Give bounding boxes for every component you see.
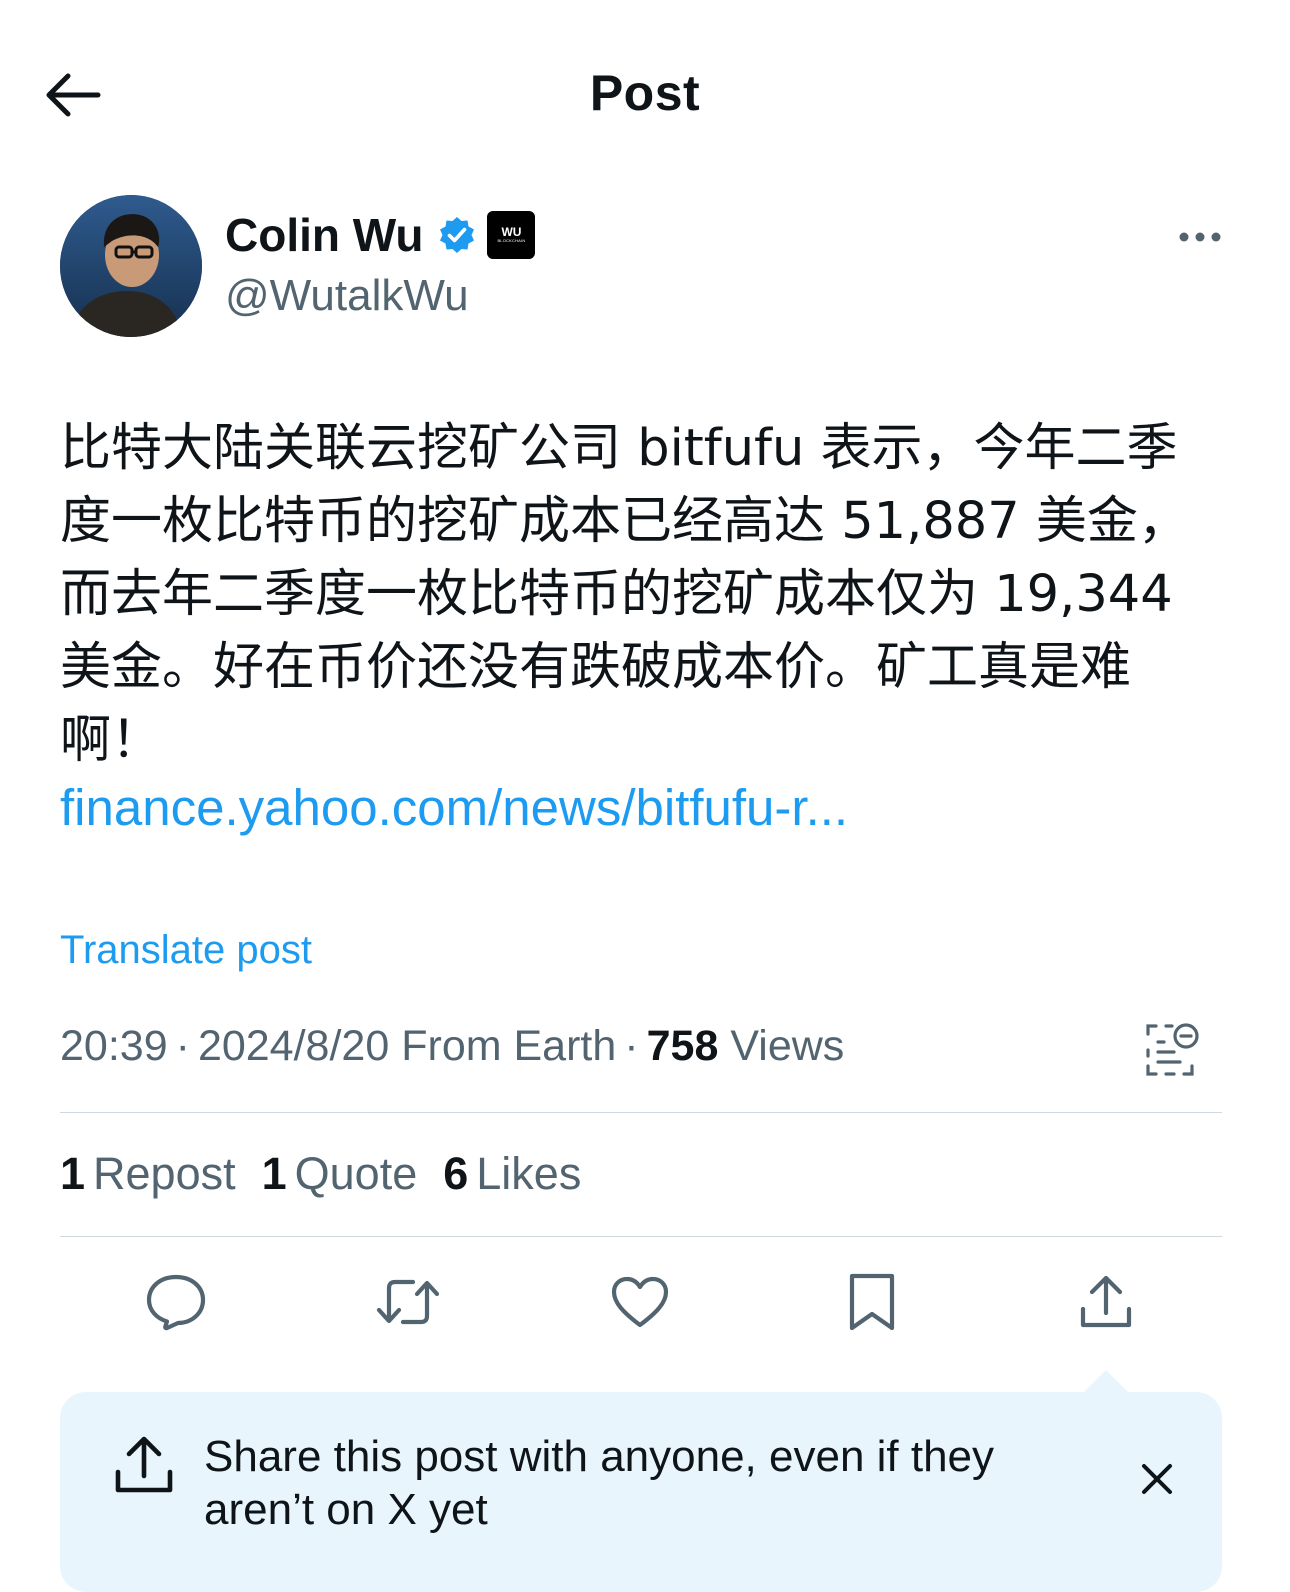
share-callout: Share this post with anyone, even if the… <box>60 1392 1222 1592</box>
affiliate-badge-subtitle: BLOCKCHAIN <box>497 238 526 243</box>
reposts-count: 1 <box>60 1148 86 1199</box>
likes-stat[interactable]: 6 Likes <box>443 1148 581 1200</box>
divider <box>60 1112 1222 1113</box>
likes-count: 6 <box>443 1148 469 1199</box>
close-callout-button[interactable] <box>1132 1454 1182 1504</box>
analytics-icon <box>1146 1023 1199 1076</box>
top-bar: Post <box>0 0 1290 190</box>
post-text: 比特大陆关联云挖矿公司 bitfufu 表示，今年二季度一枚比特币的挖矿成本已经… <box>60 419 1189 770</box>
translate-post-button[interactable]: Translate post <box>60 928 312 973</box>
share-callout-text: Share this post with anyone, even if the… <box>204 1432 995 1534</box>
reply-button[interactable] <box>136 1262 216 1342</box>
more-options-button[interactable] <box>1170 217 1230 257</box>
callout-pointer <box>1082 1370 1130 1394</box>
like-button[interactable] <box>600 1262 680 1342</box>
views-count: 758 <box>646 1022 719 1070</box>
avatar-photo <box>60 195 202 337</box>
reply-icon <box>146 1274 206 1331</box>
share-button[interactable] <box>1066 1262 1146 1342</box>
post-time: 20:39 <box>60 1022 168 1070</box>
meta-separator: · <box>175 1022 190 1070</box>
post-source: From Earth <box>401 1022 617 1070</box>
affiliate-badge-title: WU <box>501 225 522 239</box>
user-handle[interactable]: @WutalkWu <box>225 271 469 321</box>
divider <box>60 1236 1222 1237</box>
repost-icon <box>376 1279 440 1325</box>
like-icon <box>611 1276 669 1328</box>
bookmark-button[interactable] <box>832 1262 912 1342</box>
post-author: Colin Wu WU BLOCKCHAIN @WutalkWu <box>60 195 1230 340</box>
display-name[interactable]: Colin Wu <box>225 208 423 262</box>
share-icon <box>1080 1275 1132 1328</box>
reposts-stat[interactable]: 1 Repost <box>60 1148 236 1200</box>
views-label: Views <box>730 1022 845 1070</box>
post-date: 2024/8/20 <box>197 1022 390 1070</box>
more-horizontal-icon <box>1179 232 1221 242</box>
post-analytics-button[interactable] <box>1142 1020 1202 1080</box>
post-stats: 1 Repost 1 Quote 6 Likes <box>60 1148 581 1200</box>
meta-separator: · <box>624 1022 639 1070</box>
repost-button[interactable] <box>368 1262 448 1342</box>
post-link[interactable]: finance.yahoo.com/news/bitfufu-r... <box>60 778 848 837</box>
avatar[interactable] <box>60 195 202 337</box>
verified-badge-icon <box>440 217 475 253</box>
affiliate-badge[interactable]: WU BLOCKCHAIN <box>487 211 536 259</box>
page-title: Post <box>589 65 701 121</box>
likes-label: Likes <box>476 1148 582 1199</box>
quotes-stat[interactable]: 1 Quote <box>262 1148 418 1200</box>
post-meta: 20:39 · 2024/8/20 From Earth · 758 Views <box>60 1022 844 1071</box>
bookmark-icon <box>849 1273 895 1331</box>
quotes-label: Quote <box>294 1148 418 1199</box>
share-icon <box>115 1436 173 1493</box>
reposts-label: Repost <box>93 1148 236 1199</box>
quotes-count: 1 <box>261 1148 287 1199</box>
close-icon <box>1142 1464 1172 1494</box>
name-row: Colin Wu WU BLOCKCHAIN <box>225 207 536 263</box>
action-bar <box>60 1262 1222 1352</box>
